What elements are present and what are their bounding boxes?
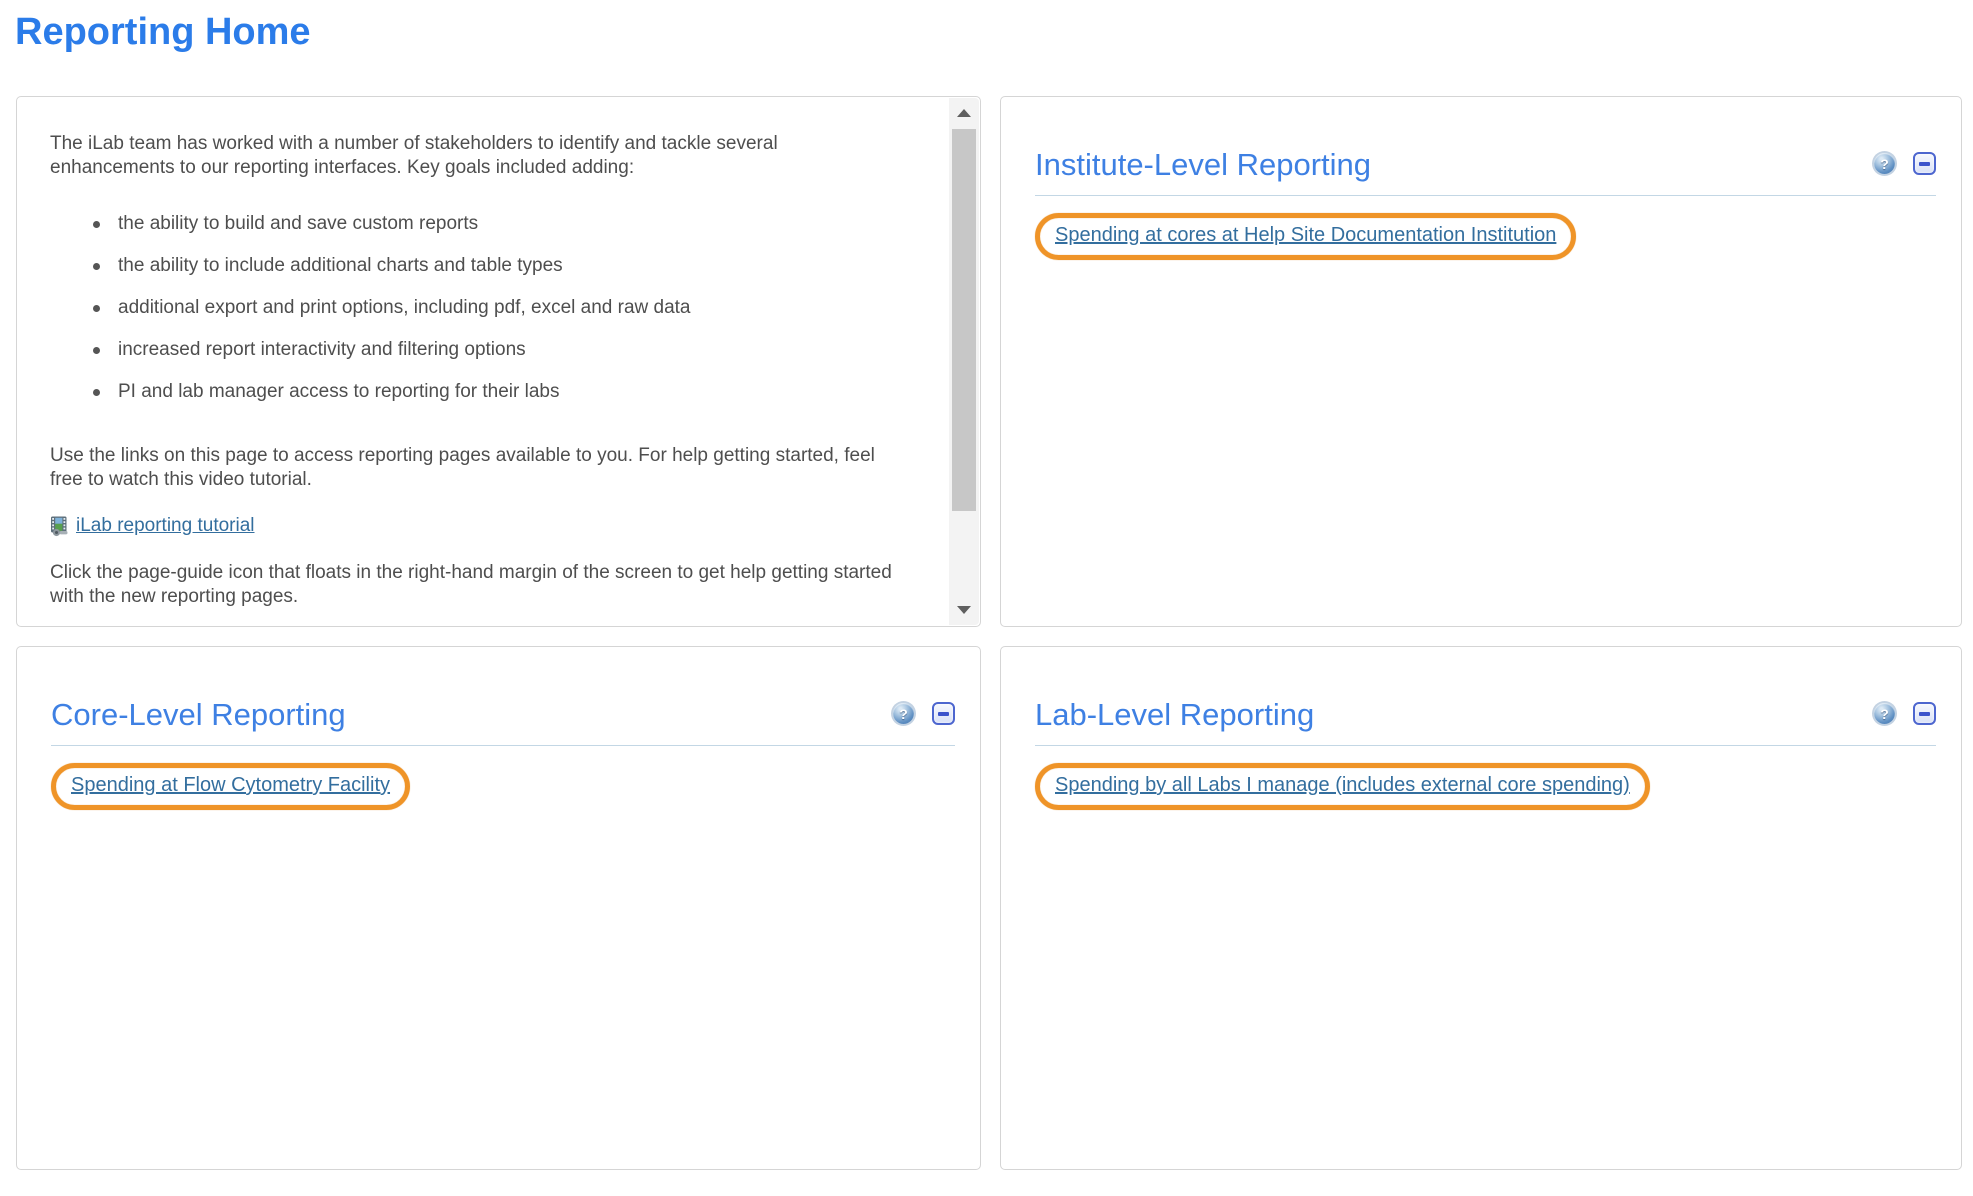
section-title: Institute-Level Reporting (1035, 147, 1371, 183)
highlight-annotation: Spending at cores at Help Site Documenta… (1035, 213, 1576, 260)
goal-item: increased report interactivity and filte… (93, 338, 902, 362)
intro-scrollbar[interactable] (949, 98, 979, 625)
scroll-down-arrow[interactable] (949, 595, 979, 625)
tutorial-link-label[interactable]: iLab reporting tutorial (76, 514, 255, 538)
highlight-annotation: Spending by all Labs I manage (includes … (1035, 763, 1650, 810)
lab-spending-report-link[interactable]: Spending by all Labs I manage (includes … (1055, 774, 1630, 796)
collapse-icon[interactable] (932, 702, 955, 725)
intro-paragraph-1: The iLab team has worked with a number o… (50, 132, 850, 180)
link-row: Spending at Flow Cytometry Facility (51, 763, 955, 810)
goal-item: additional export and print options, inc… (93, 296, 902, 320)
link-row: Spending at cores at Help Site Documenta… (1035, 213, 1936, 260)
intro-paragraph-2: Use the links on this page to access rep… (50, 444, 902, 492)
goal-item: PI and lab manager access to reporting f… (93, 380, 902, 404)
link-row: Spending by all Labs I manage (includes … (1035, 763, 1936, 810)
institute-reporting-panel: Institute-Level Reporting Spending at co… (1000, 96, 1962, 627)
panel-header-icons (1874, 147, 1936, 175)
panel-header-icons (893, 697, 955, 725)
intro-panel: The iLab team has worked with a number o… (16, 96, 981, 627)
panel-header: Institute-Level Reporting (1035, 147, 1936, 196)
tutorial-row: iLab reporting tutorial (50, 514, 902, 544)
goal-item: the ability to include additional charts… (93, 254, 902, 278)
section-title: Lab-Level Reporting (1035, 697, 1314, 733)
help-icon[interactable] (1874, 703, 1895, 724)
scroll-up-arrow[interactable] (949, 98, 979, 128)
panel-header: Core-Level Reporting (51, 697, 955, 746)
core-spending-report-link[interactable]: Spending at Flow Cytometry Facility (71, 774, 390, 796)
institute-spending-report-link[interactable]: Spending at cores at Help Site Documenta… (1055, 224, 1556, 246)
collapse-icon[interactable] (1913, 152, 1936, 175)
highlight-annotation: Spending at Flow Cytometry Facility (51, 763, 410, 810)
goal-item: the ability to build and save custom rep… (93, 212, 902, 236)
core-reporting-panel: Core-Level Reporting Spending at Flow Cy… (16, 646, 981, 1170)
goals-list: the ability to build and save custom rep… (50, 212, 902, 404)
lab-reporting-panel: Lab-Level Reporting Spending by all Labs… (1000, 646, 1962, 1170)
section-title: Core-Level Reporting (51, 697, 346, 733)
panel-header-icons (1874, 697, 1936, 725)
scrollbar-thumb[interactable] (952, 129, 976, 511)
collapse-icon[interactable] (1913, 702, 1936, 725)
help-icon[interactable] (893, 703, 914, 724)
panels-grid: The iLab team has worked with a number o… (16, 96, 1973, 1170)
ilab-reporting-tutorial-link[interactable]: iLab reporting tutorial (50, 514, 255, 538)
video-icon[interactable] (50, 516, 71, 537)
page-title: Reporting Home (15, 10, 1973, 54)
panel-header: Lab-Level Reporting (1035, 697, 1936, 746)
help-icon[interactable] (1874, 153, 1895, 174)
intro-paragraph-3: Click the page-guide icon that floats in… (50, 561, 895, 609)
